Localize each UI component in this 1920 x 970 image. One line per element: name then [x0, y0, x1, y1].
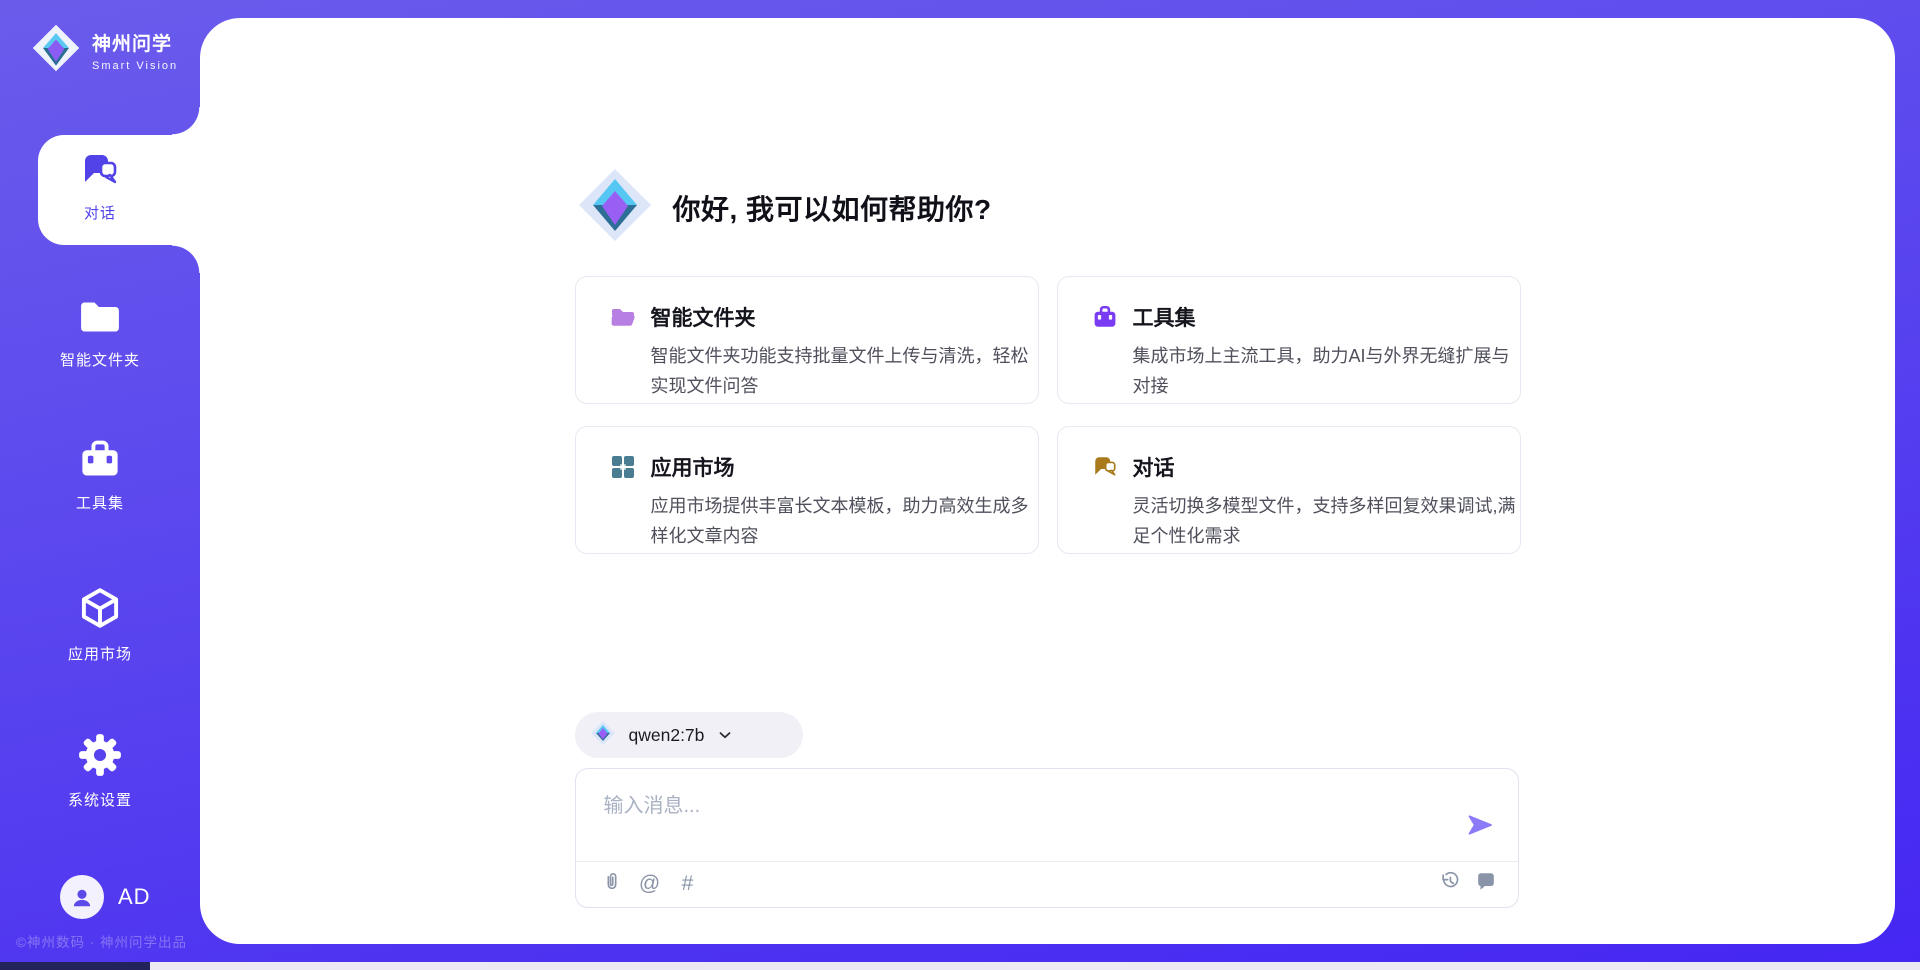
- sidebar-item-label: 智能文件夹: [0, 349, 200, 370]
- chat-icon: [78, 150, 122, 195]
- sidebar-item-settings[interactable]: 系统设置: [0, 733, 200, 810]
- sidebar-item-tools[interactable]: 工具集: [0, 438, 200, 513]
- chevron-down-icon: [716, 726, 734, 744]
- feature-cards: 智能文件夹 智能文件夹功能支持批量文件上传与清洗，轻松实现文件问答: [575, 276, 1521, 554]
- model-selector[interactable]: qwen2:7b: [575, 712, 803, 758]
- folder-open-icon: [610, 304, 636, 330]
- mention-button[interactable]: @: [638, 871, 662, 897]
- message-input[interactable]: [604, 789, 1444, 841]
- tab-flare-top: [172, 107, 200, 135]
- card-app-market[interactable]: 应用市场 应用市场提供丰富长文本模板，助力高效生成多样化文章内容: [575, 426, 1039, 554]
- card-title: 智能文件夹: [651, 302, 756, 332]
- window-bottom-corner: [0, 962, 150, 970]
- paperclip-icon: [601, 869, 623, 899]
- grid-icon: [610, 454, 636, 480]
- card-description: 智能文件夹功能支持批量文件上传与清洗，轻松实现文件问答: [651, 341, 1039, 401]
- gear-icon: [78, 733, 122, 782]
- card-title: 工具集: [1133, 302, 1196, 332]
- message-icon: [1475, 870, 1497, 898]
- tab-flare-bottom: [172, 245, 200, 273]
- at-icon: @: [639, 872, 660, 896]
- composer-divider: [576, 861, 1518, 862]
- card-chat[interactable]: 对话 灵活切换多模型文件，支持多样回复效果调试,满足个性化需求: [1057, 426, 1521, 554]
- sidebar-item-chat[interactable]: 对话: [0, 150, 200, 223]
- model-name: qwen2:7b: [629, 725, 705, 746]
- feedback-button[interactable]: [1474, 871, 1498, 897]
- sidebar-item-market[interactable]: 应用市场: [0, 585, 200, 664]
- history-icon: [1439, 870, 1461, 898]
- cube-icon: [76, 585, 124, 636]
- brand-subtitle: Smart Vision: [92, 60, 178, 72]
- hashtag-button[interactable]: #: [676, 871, 700, 897]
- chat-icon: [1092, 454, 1118, 480]
- folder-icon: [77, 297, 123, 342]
- sidebar-item-folders[interactable]: 智能文件夹: [0, 297, 200, 370]
- sidebar: 神州问学 Smart Vision 对话 智: [0, 0, 200, 970]
- sidebar-item-label: 工具集: [0, 492, 200, 513]
- card-title: 应用市场: [651, 452, 735, 482]
- user-badge[interactable]: AD: [0, 870, 200, 924]
- composer: @ #: [575, 768, 1519, 908]
- send-button[interactable]: [1466, 811, 1494, 839]
- sidebar-item-label: 对话: [0, 202, 200, 223]
- card-title: 对话: [1133, 452, 1175, 482]
- main-panel: 你好, 我可以如何帮助你? 智能文件夹 智能文件夹功能支持批量文件上传与清洗，轻…: [200, 18, 1895, 944]
- card-smart-folder[interactable]: 智能文件夹 智能文件夹功能支持批量文件上传与清洗，轻松实现文件问答: [575, 276, 1039, 404]
- avatar: [60, 875, 104, 919]
- card-description: 应用市场提供丰富长文本模板，助力高效生成多样化文章内容: [651, 491, 1039, 551]
- greeting: 你好, 我可以如何帮助你?: [575, 165, 992, 250]
- user-initials: AD: [118, 884, 151, 910]
- footer-credit: ©神州数码 · 神州问学出品: [16, 931, 187, 951]
- app-root: 神州问学 Smart Vision 对话 智: [0, 0, 1920, 970]
- briefcase-icon: [1092, 304, 1118, 330]
- attach-button[interactable]: [600, 871, 624, 897]
- greeting-title: 你好, 我可以如何帮助你?: [673, 188, 992, 228]
- horizontal-scrollbar[interactable]: [150, 962, 1920, 970]
- sidebar-item-label: 系统设置: [0, 789, 200, 810]
- briefcase-icon: [78, 438, 122, 485]
- history-button[interactable]: [1438, 871, 1462, 897]
- brand: 神州问学 Smart Vision: [30, 22, 178, 79]
- brand-logo-icon: [30, 22, 82, 79]
- sidebar-item-label: 应用市场: [0, 643, 200, 664]
- card-toolset[interactable]: 工具集 集成市场上主流工具，助力AI与外界无缝扩展与对接: [1057, 276, 1521, 404]
- card-description: 集成市场上主流工具，助力AI与外界无缝扩展与对接: [1133, 341, 1521, 401]
- greeting-logo-icon: [575, 165, 655, 250]
- hash-icon: #: [682, 872, 694, 896]
- model-logo-icon: [590, 720, 616, 751]
- card-description: 灵活切换多模型文件，支持多样回复效果调试,满足个性化需求: [1133, 491, 1521, 551]
- brand-title: 神州问学: [92, 29, 178, 56]
